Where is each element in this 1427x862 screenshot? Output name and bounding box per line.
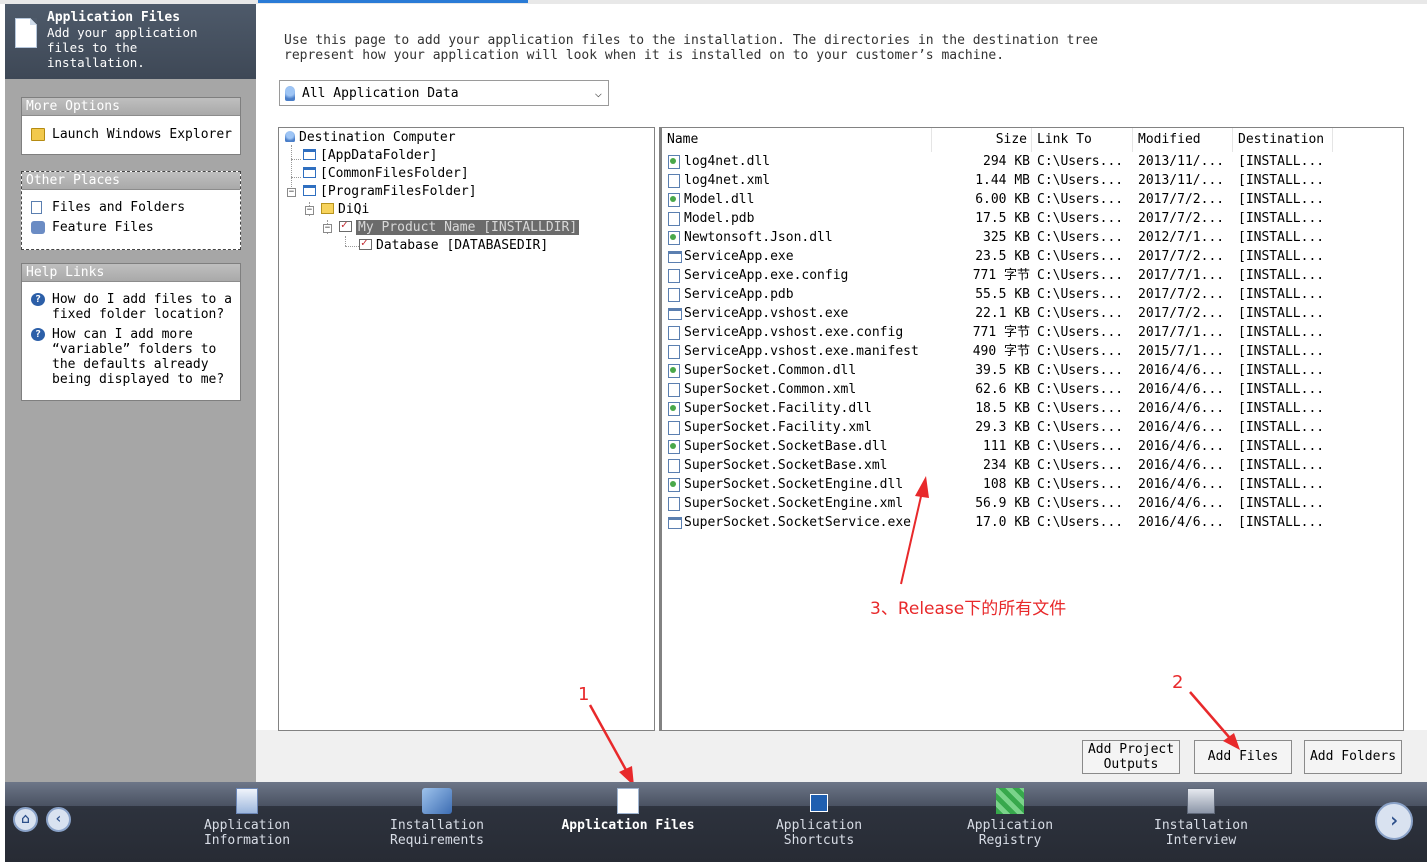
step-application-information[interactable]: Application Information [172,788,322,848]
step-installation-requirements[interactable]: Installation Requirements [362,788,512,848]
arrow-to-application-files-step [588,704,628,771]
back-button[interactable]: ‹ [46,807,71,832]
step-label: Application Files [561,818,695,833]
step-label: Installation Interview [1154,818,1248,848]
interview-icon [1187,788,1215,814]
wizard-navigation-bar: ⌂ ‹ › Application Information Installati… [5,782,1427,862]
arrow-head [1223,733,1240,750]
step-label: Application Information [203,818,291,848]
home-button[interactable]: ⌂ [13,807,38,832]
requirements-icon [422,788,452,814]
step-label: Application Shortcuts [775,818,863,848]
info-icon [236,788,258,814]
step-label: Application Registry [966,818,1054,848]
step-label: Installation Requirements [390,818,484,848]
annotation-arrows [588,476,1240,786]
shortcut-icon [810,794,828,812]
step-installation-interview[interactable]: Installation Interview [1126,788,1276,848]
step-application-registry[interactable]: Application Registry [935,788,1085,848]
files-icon [617,788,639,814]
arrow-to-file-list [900,491,923,585]
next-button[interactable]: › [1375,802,1413,840]
arrow-head [915,476,929,498]
step-application-files[interactable]: Application Files [553,788,703,833]
registry-icon [996,788,1024,814]
arrow-to-add-files [1189,691,1230,738]
step-application-shortcuts[interactable]: Application Shortcuts [744,788,894,848]
